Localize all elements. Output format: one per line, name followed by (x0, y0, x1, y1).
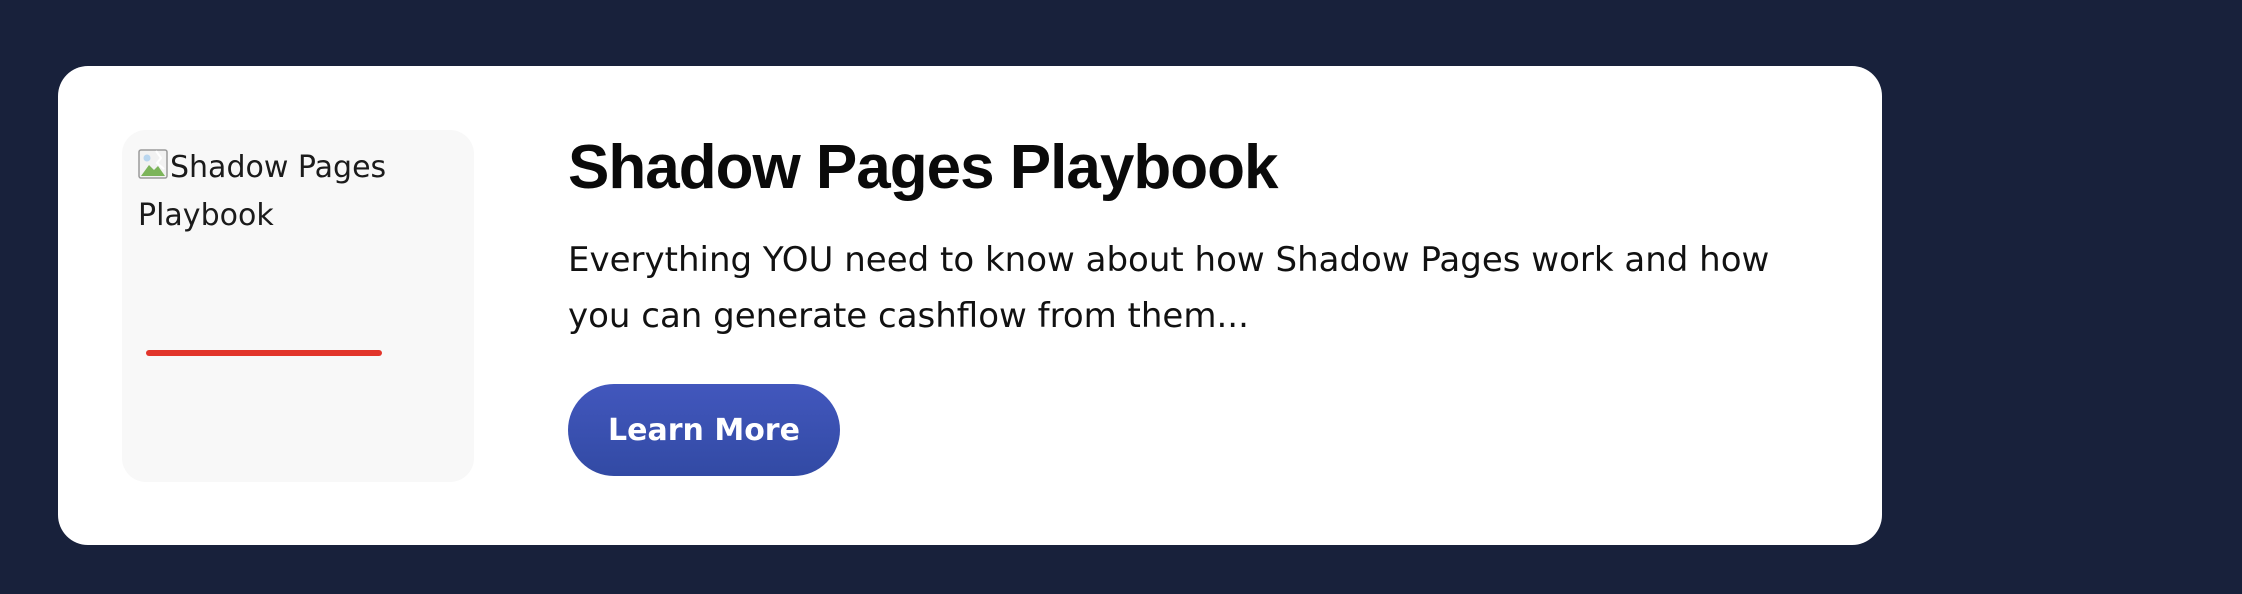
product-thumbnail: Shadow Pages Playbook (122, 130, 474, 482)
broken-image-icon (138, 146, 168, 179)
card-description: Everything YOU need to know about how Sh… (568, 240, 1770, 336)
card-title: Shadow Pages Playbook (568, 133, 1278, 202)
underline-accent (146, 350, 382, 356)
broken-image-placeholder: Shadow Pages Playbook (138, 144, 438, 240)
learn-more-button[interactable]: Learn More (568, 384, 840, 476)
product-card: Shadow Pages Playbook Shadow Pages Playb… (58, 66, 1882, 545)
image-alt-text: Shadow Pages Playbook (138, 150, 387, 233)
